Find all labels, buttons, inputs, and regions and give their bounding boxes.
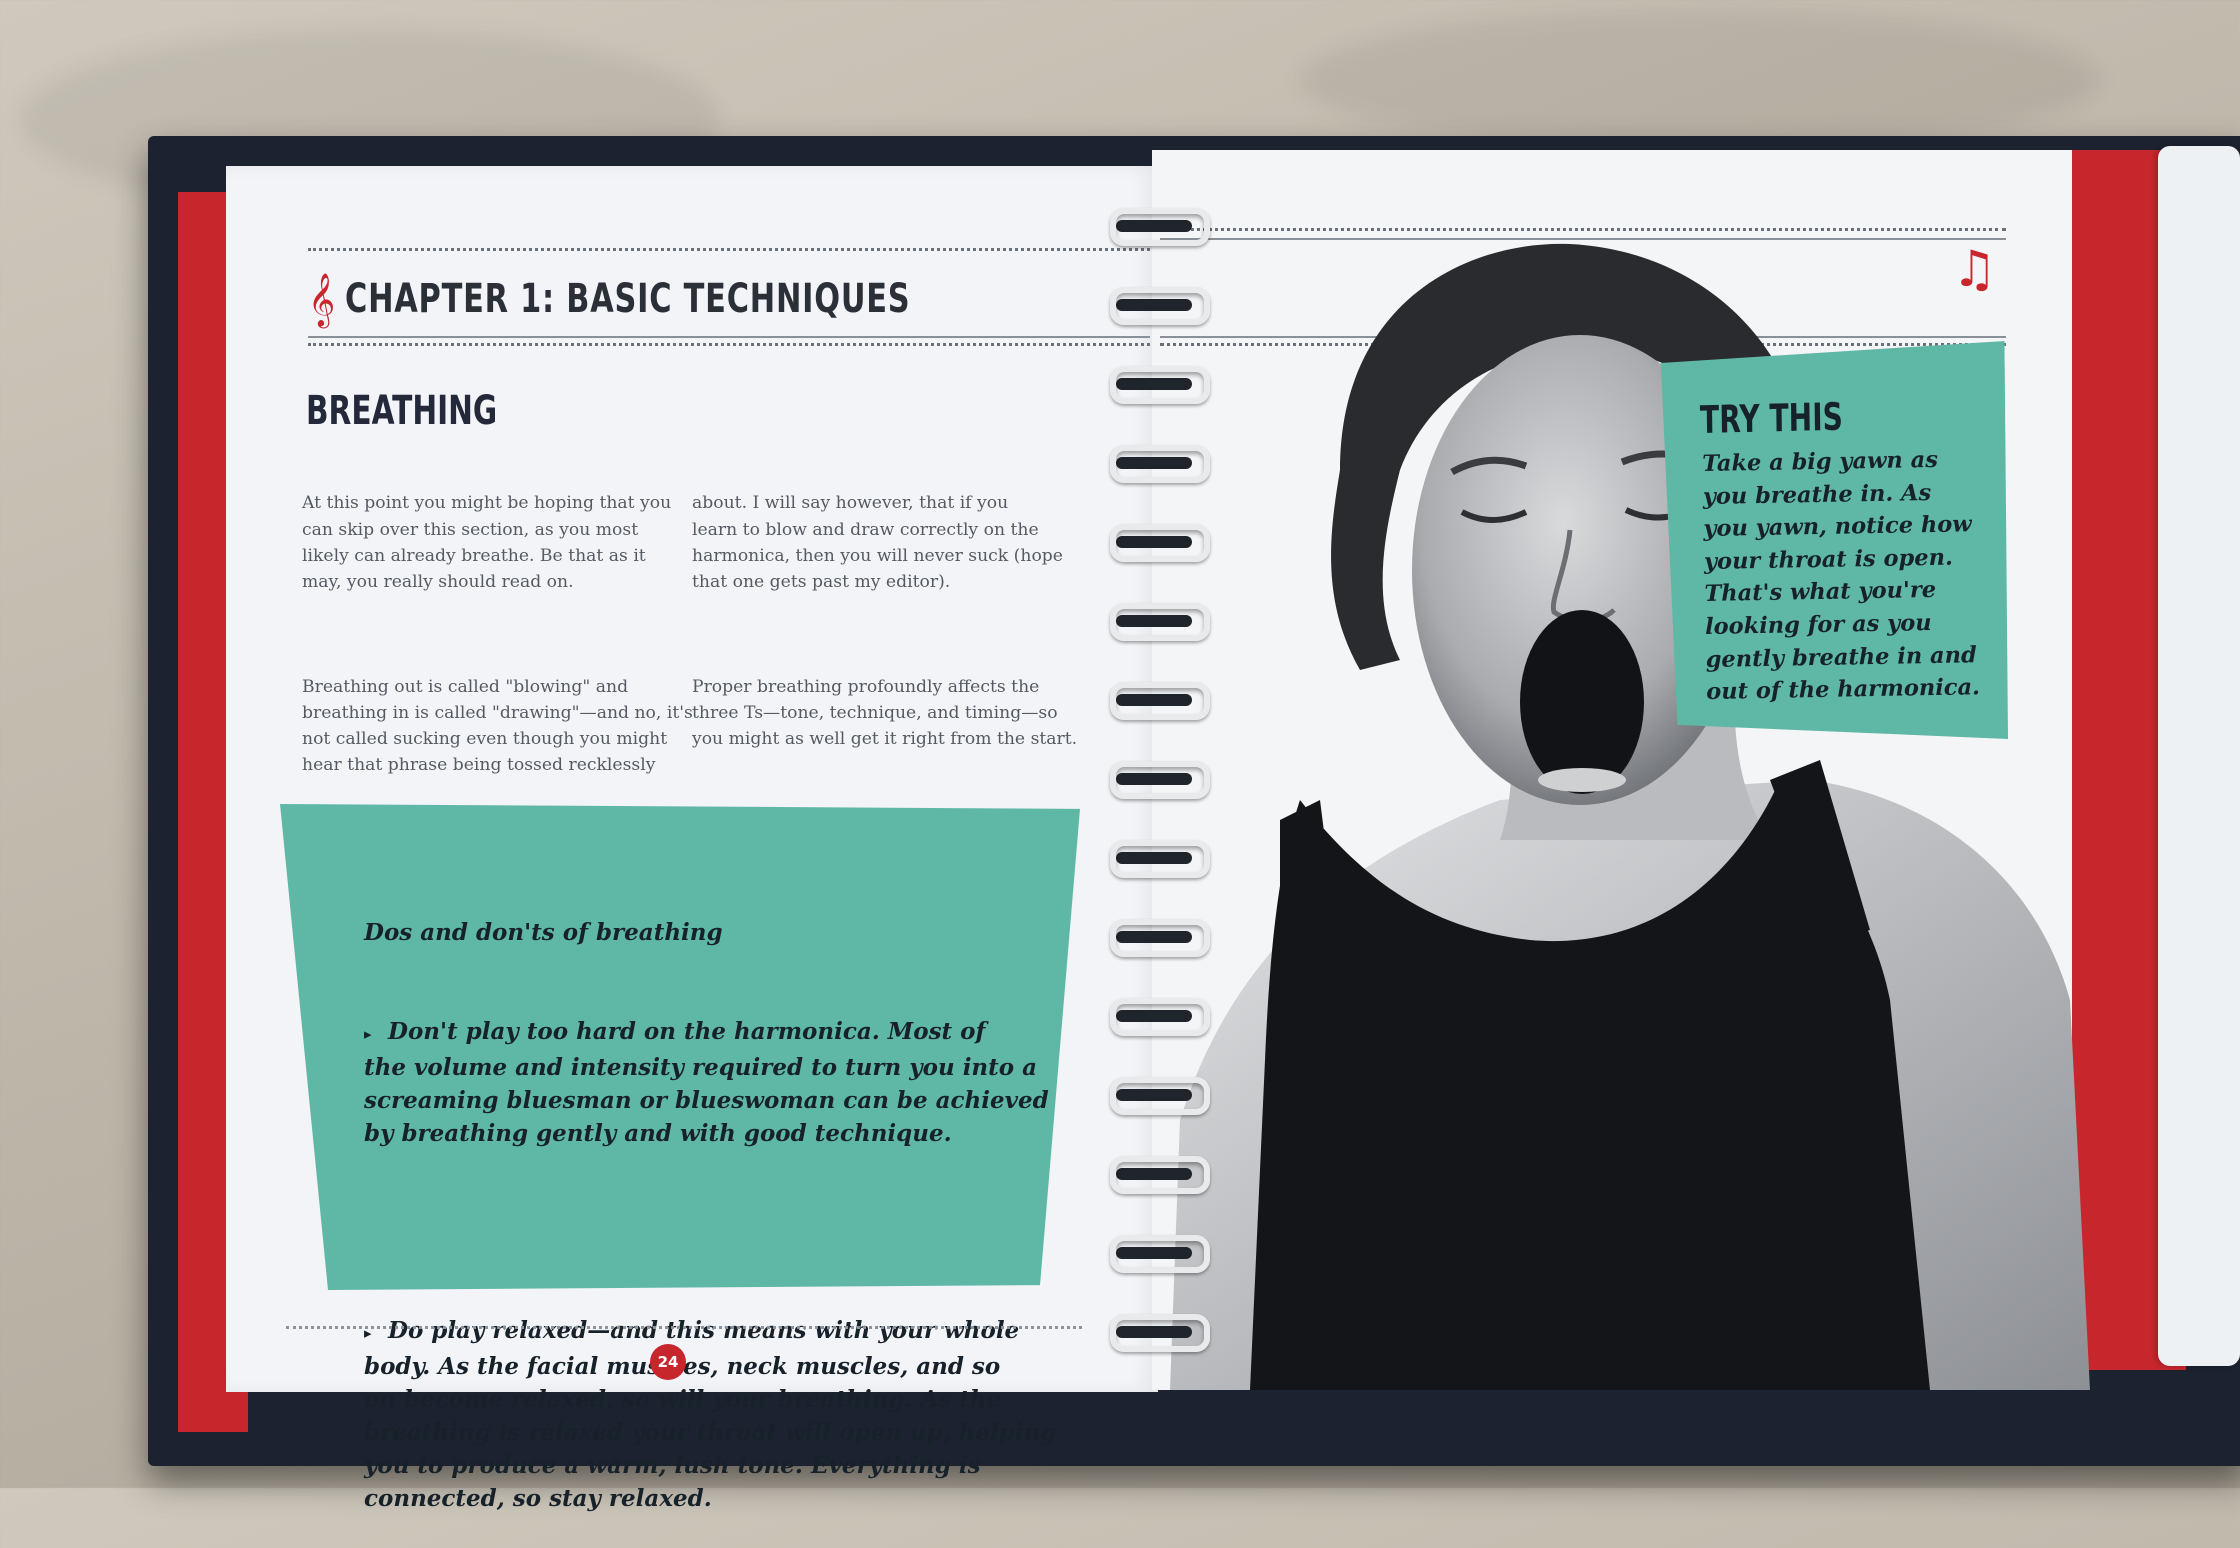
body-paragraph: Proper breathing profoundly affects the …	[692, 676, 1078, 750]
binding-ring	[1110, 445, 1210, 483]
dos-item: ▸ Do play relaxed—and this means with you…	[364, 1314, 1056, 1515]
binding-ring	[1110, 998, 1210, 1036]
binding-ring	[1110, 840, 1210, 878]
page-number: 24	[650, 1344, 686, 1380]
dos-item: ▸ Don't play too hard on the harmonica. M…	[364, 1015, 1056, 1150]
dos-and-donts-title: Dos and don'ts of breathing	[364, 919, 723, 946]
fabric-fold	[1300, 10, 2100, 150]
insert-card	[2158, 146, 2240, 1366]
dos-and-donts-text: Dos and don'ts of breathing ▸ Don't play …	[364, 850, 1056, 1548]
bullet-triangle-icon: ▸	[364, 1324, 372, 1342]
binding-ring	[1110, 1314, 1210, 1352]
header-line-bottom	[308, 336, 1150, 338]
header-rule-top	[308, 248, 1150, 251]
body-column-2: about. I will say however, that if you l…	[692, 438, 1077, 804]
photo-open-mouth	[1520, 610, 1644, 794]
dos-item-text: Do play relaxed—and this means with your…	[364, 1317, 1057, 1512]
binding-ring	[1110, 919, 1210, 957]
photo-teeth	[1538, 768, 1626, 792]
body-paragraph: about. I will say however, that if you l…	[692, 493, 1063, 593]
header-rule-top-right	[1160, 228, 2006, 231]
treble-clef-icon: 𝄞	[308, 272, 336, 326]
bullet-triangle-icon: ▸	[364, 1025, 372, 1043]
binding-ring	[1110, 761, 1210, 799]
binding-ring	[1110, 1156, 1210, 1194]
section-title: BREATHING	[306, 388, 498, 434]
footer-rule	[286, 1326, 1082, 1329]
music-note-icon: ♫	[1952, 240, 1997, 298]
try-this-text: Take a big yawn as you breathe in. As yo…	[1702, 446, 1981, 706]
chapter-title: CHAPTER 1: BASIC TECHNIQUES	[345, 276, 911, 322]
binding-ring	[1110, 208, 1210, 246]
binding-ring	[1110, 366, 1210, 404]
binding-ring	[1110, 682, 1210, 720]
header-rule-bottom	[308, 343, 1150, 346]
binding-ring	[1110, 287, 1210, 325]
dos-item-text: Don't play too hard on the harmonica. Mo…	[364, 1018, 1049, 1147]
body-paragraph: At this point you might be hoping that y…	[302, 493, 672, 593]
body-paragraph: Breathing out is called "blowing" and br…	[302, 676, 693, 776]
binding-ring	[1110, 1077, 1210, 1115]
chapter-header: 𝄞 CHAPTER 1: BASIC TECHNIQUES	[308, 268, 1089, 330]
try-this-title: TRY THIS	[1699, 394, 1844, 442]
binding-ring	[1110, 1235, 1210, 1273]
body-column-1: At this point you might be hoping that y…	[302, 438, 693, 831]
binding-ring	[1110, 603, 1210, 641]
binding-ring	[1110, 524, 1210, 562]
